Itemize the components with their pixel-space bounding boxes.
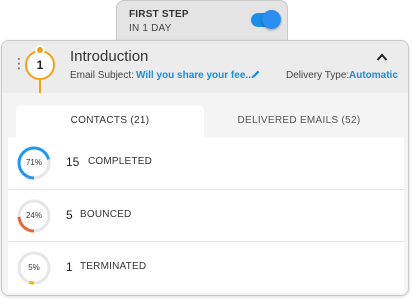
stat-row-completed[interactable]: 71% 15 COMPLETED <box>8 137 404 189</box>
step-connector <box>39 80 41 93</box>
stat-label: COMPLETED <box>88 156 153 167</box>
step-enable-toggle[interactable] <box>251 10 281 29</box>
toggle-knob[interactable] <box>262 10 281 29</box>
stat-label: BOUNCED <box>80 209 132 220</box>
contacts-stats-list: 71% 15 COMPLETED 24% 5 BOUNCED 5% 1 TERM… <box>8 137 404 293</box>
step-name: Introduction <box>70 48 149 65</box>
percent-label: 71% <box>25 158 42 167</box>
percent-label: 5% <box>28 263 40 272</box>
stat-label: TERMINATED <box>80 261 147 272</box>
step-title: FIRST STEP <box>129 9 189 20</box>
stat-count: 15 <box>66 155 80 169</box>
step-tab: FIRST STEP IN 1 DAY <box>116 0 288 42</box>
percent-label: 24% <box>25 211 42 220</box>
stat-row-terminated[interactable]: 5% 1 TERMINATED <box>8 241 404 294</box>
delivery-type-label: Delivery Type: <box>286 70 350 81</box>
tab-contacts[interactable]: CONTACTS (21) <box>16 105 204 137</box>
subject-label: Email Subject: <box>70 70 134 81</box>
step-delay: IN 1 DAY <box>129 23 172 34</box>
stat-row-bounced[interactable]: 24% 5 BOUNCED <box>8 189 404 242</box>
drag-handle-icon[interactable]: ⋮ <box>12 56 26 70</box>
chevron-up-icon[interactable] <box>376 52 388 62</box>
step-card: ⋮ 1 Introduction Email Subject: Will you… <box>1 40 409 296</box>
pencil-icon[interactable] <box>251 69 261 79</box>
delivery-type-value[interactable]: Automatic <box>349 70 398 81</box>
subject-value[interactable]: Will you share your fee... <box>136 70 254 81</box>
card-header: ⋮ 1 Introduction Email Subject: Will you… <box>2 41 408 93</box>
tab-delivered-emails[interactable]: DELIVERED EMAILS (52) <box>204 105 394 137</box>
stat-count: 5 <box>66 208 73 222</box>
stat-count: 1 <box>66 260 73 274</box>
mail-icon <box>35 45 45 55</box>
